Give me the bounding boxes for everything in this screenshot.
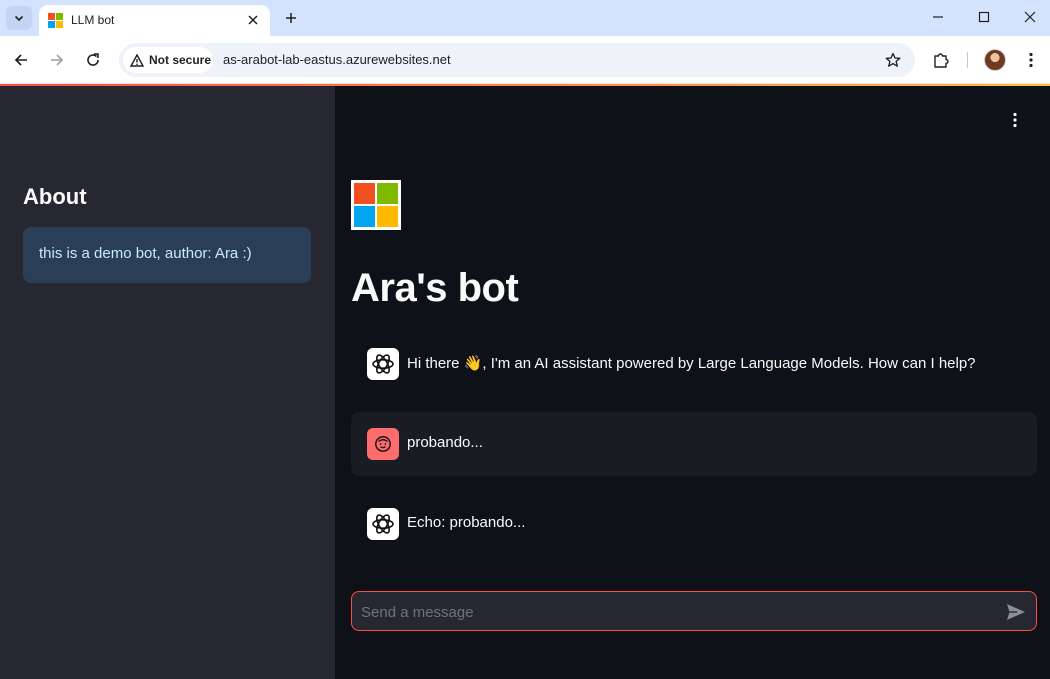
message-text: Echo: probando... — [407, 514, 526, 531]
app-menu-button[interactable] — [1004, 108, 1026, 132]
browser-tab[interactable]: LLM bot — [39, 5, 270, 36]
arrow-left-icon — [14, 54, 27, 66]
message-text: Hi there 👋, I'm an AI assistant powered … — [407, 355, 976, 372]
new-tab-button[interactable] — [280, 7, 302, 29]
arrow-right-icon — [51, 54, 64, 66]
page-title: Ara's bot — [351, 266, 519, 310]
send-icon — [1007, 604, 1025, 620]
browser-tab-bar: LLM bot — [0, 0, 1050, 36]
warning-triangle-icon — [130, 53, 144, 67]
smiley-face-icon — [375, 436, 391, 452]
openai-logo-icon — [372, 354, 394, 374]
tab-search-button[interactable] — [6, 6, 32, 30]
chat-message-user: probando... — [351, 412, 1037, 476]
maximize-button[interactable] — [972, 6, 996, 28]
reload-icon — [87, 53, 99, 66]
forward-button[interactable] — [45, 48, 69, 72]
tab-close-button[interactable] — [244, 11, 262, 29]
about-info-box: this is a demo bot, author: Ara :) — [23, 227, 311, 283]
url-text[interactable]: as-arabot-lab-eastus.azurewebsites.net — [223, 52, 451, 67]
address-bar[interactable]: Not secure as-arabot-lab-eastus.azureweb… — [119, 43, 915, 77]
minimize-icon — [933, 16, 943, 18]
browser-menu-button[interactable] — [1020, 48, 1042, 72]
assistant-avatar — [367, 508, 399, 540]
sidebar: About this is a demo bot, author: Ara :) — [0, 86, 335, 679]
star-icon — [885, 52, 901, 67]
chat-input[interactable] — [361, 600, 981, 624]
security-label: Not secure — [149, 53, 212, 67]
security-chip[interactable]: Not secure — [123, 47, 213, 73]
chat-message-assistant: Echo: probando... — [351, 492, 1037, 556]
chat-message-assistant: Hi there 👋, I'm an AI assistant powered … — [351, 332, 1037, 396]
close-window-button[interactable] — [1018, 6, 1042, 28]
browser-toolbar: Not secure as-arabot-lab-eastus.azureweb… — [0, 36, 1050, 84]
chevron-down-icon — [14, 15, 24, 22]
microsoft-logo-icon — [351, 180, 401, 230]
extensions-button[interactable] — [930, 48, 952, 72]
kebab-menu-icon — [1029, 52, 1033, 68]
maximize-icon — [978, 11, 990, 23]
main-content: Ara's bot Hi there 👋, I'm an AI assistan… — [335, 86, 1050, 679]
close-icon — [1024, 11, 1036, 23]
send-button[interactable] — [1004, 600, 1028, 624]
tab-title: LLM bot — [71, 13, 115, 27]
microsoft-logo-icon — [48, 13, 63, 28]
sidebar-title: About — [23, 184, 87, 209]
puzzle-icon — [934, 53, 949, 68]
assistant-avatar — [367, 348, 399, 380]
user-avatar — [367, 428, 399, 460]
toolbar-divider — [967, 52, 968, 68]
kebab-menu-icon — [1013, 112, 1017, 128]
message-text: probando... — [407, 434, 483, 451]
reload-button[interactable] — [81, 48, 105, 72]
close-icon — [248, 15, 258, 25]
chat-input-container — [351, 591, 1037, 631]
bookmark-button[interactable] — [883, 50, 903, 70]
plus-icon — [286, 13, 296, 23]
profile-avatar[interactable] — [984, 49, 1006, 71]
openai-logo-icon — [372, 514, 394, 534]
minimize-button[interactable] — [926, 6, 950, 28]
back-button[interactable] — [9, 48, 33, 72]
